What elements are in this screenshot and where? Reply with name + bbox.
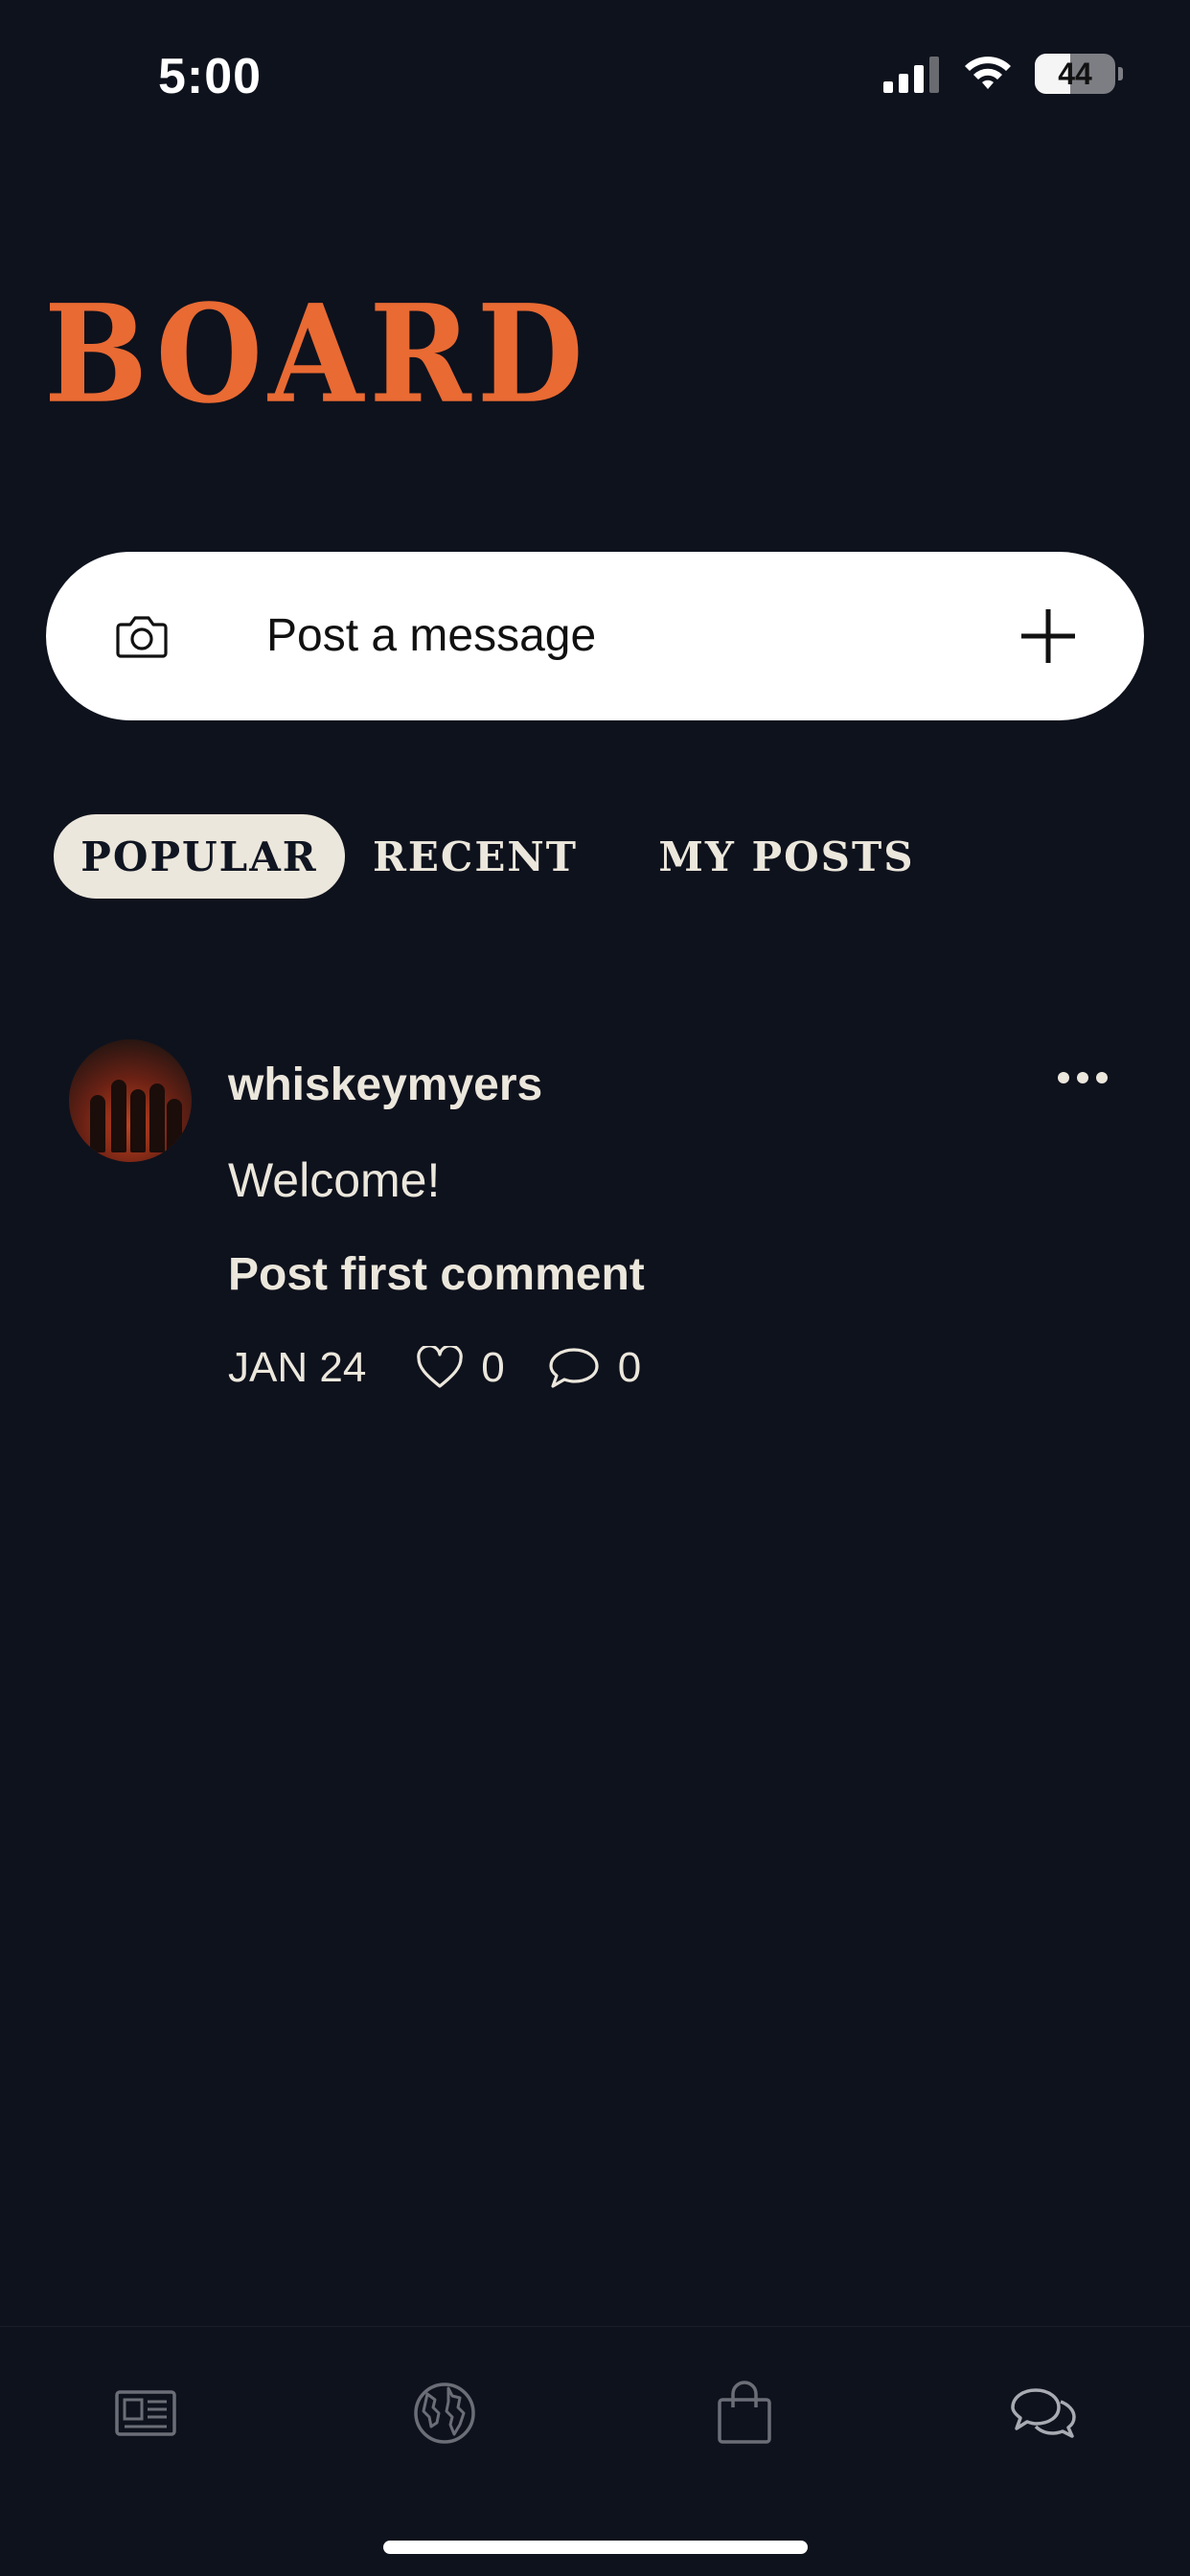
avatar-figure — [111, 1080, 126, 1152]
battery-tip — [1118, 67, 1123, 80]
comment-count: 0 — [617, 1344, 642, 1391]
status-time: 5:00 — [158, 49, 263, 104]
heart-icon[interactable] — [416, 1346, 464, 1390]
battery-percent: 44 — [1058, 56, 1092, 91]
avatar-figure — [149, 1083, 165, 1152]
chat-icon[interactable] — [1009, 2379, 1078, 2448]
post-first-comment-link[interactable]: Post first comment — [228, 1248, 645, 1301]
status-icons: 44 — [883, 54, 1123, 94]
like-count: 0 — [481, 1344, 505, 1391]
more-options-icon[interactable] — [1056, 1068, 1110, 1087]
plus-icon[interactable] — [1019, 607, 1077, 665]
avatar-figure — [167, 1099, 182, 1152]
tab-my-posts[interactable]: MY POSTS — [648, 814, 926, 899]
globe-icon[interactable] — [410, 2379, 479, 2448]
post-meta: JAN 24 0 0 — [228, 1344, 683, 1392]
tab-recent[interactable]: RECENT — [370, 814, 581, 899]
post-message: Welcome! — [228, 1153, 441, 1207]
news-icon[interactable] — [111, 2379, 180, 2448]
comment-icon[interactable] — [547, 1346, 601, 1390]
post-composer[interactable]: Post a message — [46, 552, 1144, 720]
cellular-signal-icon — [883, 57, 939, 93]
bottom-nav — [0, 2326, 1190, 2576]
camera-icon[interactable] — [113, 607, 171, 665]
post-date: JAN 24 — [228, 1344, 367, 1391]
avatar-figure — [130, 1089, 146, 1152]
tab-popular[interactable]: POPULAR — [54, 814, 345, 899]
wifi-icon — [965, 57, 1011, 89]
page-title: BOARD — [44, 275, 589, 434]
post-username[interactable]: whiskeymyers — [228, 1059, 542, 1111]
status-bar: 5:00 44 — [0, 0, 1190, 153]
post-message-input[interactable]: Post a message — [266, 609, 596, 662]
home-indicator[interactable] — [383, 2541, 808, 2554]
battery-indicator: 44 — [1035, 54, 1123, 94]
avatar-figure — [90, 1095, 105, 1152]
shopping-bag-icon[interactable] — [710, 2379, 779, 2448]
avatar[interactable] — [69, 1039, 192, 1162]
